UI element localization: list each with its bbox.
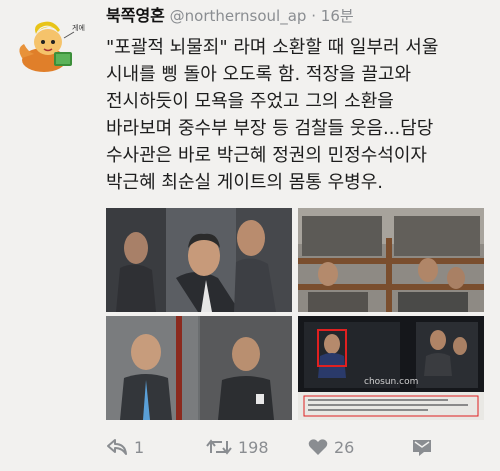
envelope-icon [412, 438, 432, 456]
media-photo-1[interactable] [106, 208, 292, 312]
reply-count: 1 [134, 437, 145, 457]
tweet-text-line: 바라보며 중수부 부장 등 검찰들 웃음...담당 [106, 118, 434, 139]
like-count: 26 [334, 437, 355, 457]
avatar-caption: 게에 [72, 23, 85, 32]
header-separator: · [311, 7, 316, 25]
reply-button[interactable]: 1 [106, 434, 144, 460]
tweet-text: "포괄적 뇌물죄" 라며 소환할 때 일부러 서울 시내를 삥 돌아 오도록 함… [106, 34, 492, 196]
media-photo-3[interactable] [106, 316, 292, 420]
tweet-text-line: 전시하듯이 모욕을 주었고 그의 소환을 [106, 91, 394, 112]
author-name[interactable]: 북쪽영혼 [106, 6, 165, 25]
heart-icon [308, 438, 328, 456]
tweet-timestamp[interactable]: 16분 [321, 7, 354, 25]
media-photo-2[interactable] [298, 208, 484, 312]
media-grid: chosun.com [106, 208, 484, 420]
tweet-header: 북쪽영혼 @northernsoul_ap · 16분 [106, 4, 354, 28]
like-button[interactable]: 26 [308, 434, 354, 460]
avatar[interactable]: 게에 [14, 18, 86, 78]
media-watermark: chosun.com [364, 377, 418, 387]
cartoon-fox-avatar-icon: 게에 [19, 21, 85, 72]
direct-message-button[interactable] [412, 434, 432, 460]
retweet-button[interactable]: 198 [206, 434, 269, 460]
tweet-text-line: 시내를 삥 돌아 오도록 함. 적장을 끌고와 [106, 64, 412, 85]
media-photo-4[interactable]: chosun.com [298, 316, 484, 420]
tweet-text-line: 박근혜 최순실 게이트의 몸통 우병우. [106, 172, 384, 193]
reply-icon [106, 438, 128, 456]
tweet-text-line: "포괄적 뇌물죄" 라며 소환할 때 일부러 서울 [106, 37, 439, 58]
retweet-icon [206, 438, 232, 456]
retweet-count: 198 [238, 437, 269, 457]
author-handle[interactable]: @northernsoul_ap [170, 7, 307, 25]
tweet-text-line: 수사관은 바로 박근혜 정권의 민정수석이자 [106, 145, 427, 166]
tweet-action-bar: 1 198 26 [106, 434, 446, 460]
